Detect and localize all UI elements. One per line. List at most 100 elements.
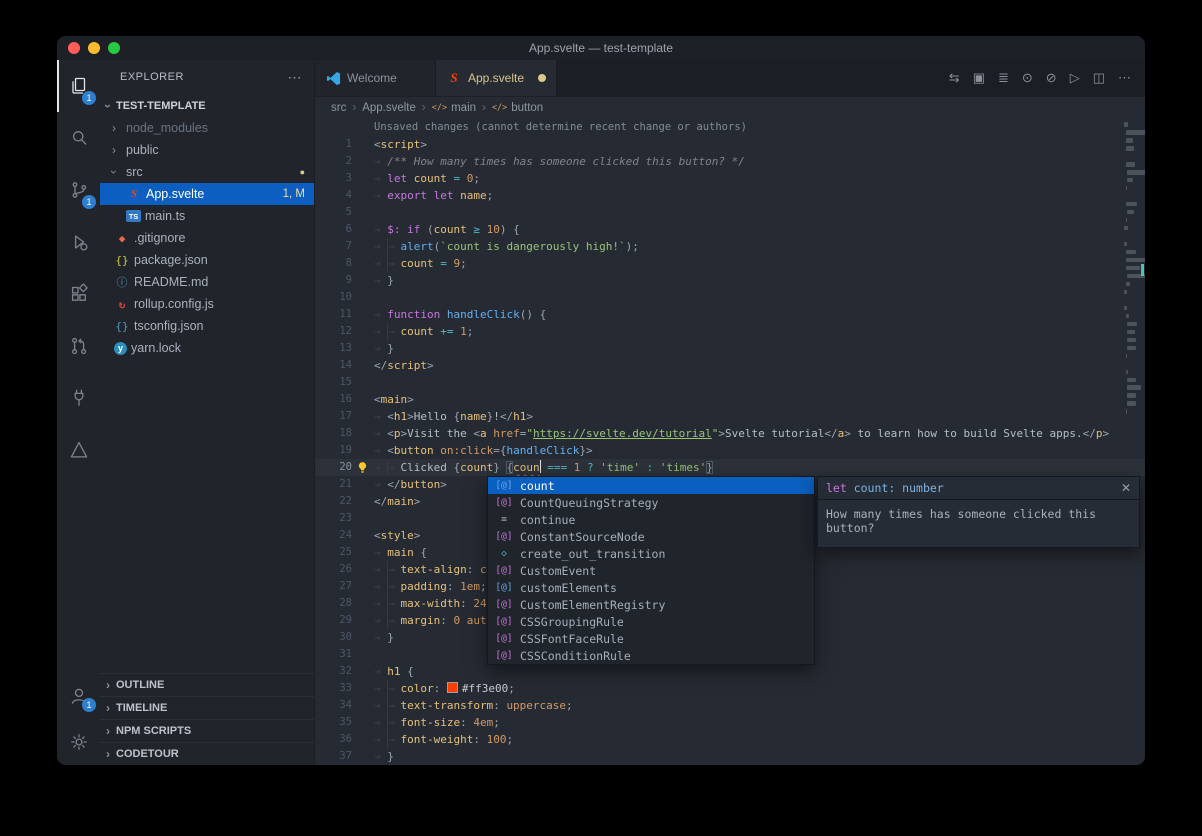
file-label: yarn.lock xyxy=(131,341,181,355)
code-line-content[interactable]: →/** How many times has someone clicked … xyxy=(374,153,745,170)
file-item-node-modules[interactable]: ›node_modules xyxy=(100,117,314,139)
activity-item-run-debug[interactable] xyxy=(57,216,100,268)
code-line-content[interactable]: →→margin: 0 auto; xyxy=(374,612,500,629)
code-line-content[interactable]: →<h1>Hello {name}!</h1> xyxy=(374,408,533,425)
code-line-content[interactable]: →} xyxy=(374,748,394,765)
suggestion-continue[interactable]: ≡continue xyxy=(488,511,814,528)
minimap[interactable] xyxy=(1123,119,1145,765)
annotation-row: Unsaved changes (cannot determine recent… xyxy=(315,119,1145,136)
code-line-content[interactable]: </main> xyxy=(374,493,420,510)
suggestion-label: ConstantSourceNode xyxy=(520,530,645,544)
code-line-content[interactable]: →function handleClick() { xyxy=(374,306,546,323)
code-line-content[interactable]: →→count = 9; xyxy=(374,255,467,272)
compare-changes-icon[interactable]: ⇆ xyxy=(949,70,960,86)
close-window-button[interactable] xyxy=(68,42,80,54)
activity-item-explorer[interactable]: 1 xyxy=(57,60,100,112)
file-outline-icon[interactable]: ≣ xyxy=(998,70,1009,86)
code-line-content[interactable]: →→font-size: 4em; xyxy=(374,714,500,731)
code-line-content[interactable]: <main> xyxy=(374,391,414,408)
close-icon[interactable]: ✕ xyxy=(1121,481,1131,495)
section-timeline[interactable]: ›TIMELINE xyxy=(100,696,314,719)
file-item-main-ts[interactable]: TSmain.ts xyxy=(100,205,314,227)
tab-label: App.svelte xyxy=(468,71,524,85)
suggestion-countqueuingstrategy[interactable]: [@]CountQueuingStrategy xyxy=(488,494,814,511)
breadcrumb-main[interactable]: </>main xyxy=(432,102,476,114)
file-item-package-json[interactable]: {}package.json xyxy=(100,249,314,271)
zoom-window-button[interactable] xyxy=(108,42,120,54)
file-item-app-svelte[interactable]: SApp.svelte1, M xyxy=(100,183,314,205)
code-line-content[interactable]: <style> xyxy=(374,527,420,544)
run-file-icon[interactable]: ▷ xyxy=(1070,70,1080,86)
file-item-src[interactable]: ›src● xyxy=(100,161,314,183)
section-outline[interactable]: ›OUTLINE xyxy=(100,673,314,696)
explorer-more-actions-icon[interactable]: ⋯ xyxy=(288,69,303,86)
file-item-gitignore[interactable]: ◆.gitignore xyxy=(100,227,314,249)
activity-item-settings[interactable] xyxy=(57,719,100,765)
code-line-36: 36→→font-weight: 100; xyxy=(315,731,1145,748)
breadcrumb-app-svelte[interactable]: App.svelte xyxy=(362,102,416,114)
next-change-icon[interactable]: ⊘ xyxy=(1046,70,1057,86)
activity-item-accounts[interactable]: 1 xyxy=(57,673,100,719)
suggestion-constantsourcenode[interactable]: [@]ConstantSourceNode xyxy=(488,528,814,545)
code-line-content[interactable]: →main { xyxy=(374,544,427,561)
code-line-content[interactable]: <script> xyxy=(374,136,427,153)
breadcrumb-src[interactable]: src xyxy=(331,102,346,114)
code-line-content[interactable]: →</button> xyxy=(374,476,447,493)
section-codetour[interactable]: ›CODETOUR xyxy=(100,742,314,765)
more-actions-icon[interactable]: ⋯ xyxy=(1118,70,1131,86)
file-item-readme-md[interactable]: ⓘREADME.md xyxy=(100,271,314,293)
suggestion-cssgroupingrule[interactable]: [@]CSSGroupingRule xyxy=(488,613,814,630)
code-line-content[interactable]: →→font-weight: 100; xyxy=(374,731,513,748)
suggestion-customelementregistry[interactable]: [@]CustomElementRegistry xyxy=(488,596,814,613)
activity-item-github[interactable] xyxy=(57,320,100,372)
section-label: TIMELINE xyxy=(116,702,167,714)
activity-badge: 1 xyxy=(82,195,96,209)
code-line-content[interactable]: →let count = 0; xyxy=(374,170,480,187)
tab-welcome[interactable]: Welcome xyxy=(315,60,436,96)
breadcrumb-button[interactable]: </>button xyxy=(492,102,543,114)
code-line-content[interactable]: →} xyxy=(374,629,394,646)
code-line-content[interactable]: →→color: #ff3e00; xyxy=(374,680,515,697)
previous-change-icon[interactable]: ⊙ xyxy=(1022,70,1033,86)
line-number: 34 xyxy=(315,697,352,714)
code-line-content[interactable]: →} xyxy=(374,340,394,357)
activity-item-search[interactable] xyxy=(57,112,100,164)
code-line-content[interactable]: →h1 { xyxy=(374,663,414,680)
code-line-content[interactable]: </script> xyxy=(374,357,434,374)
minimize-window-button[interactable] xyxy=(88,42,100,54)
split-editor-icon[interactable]: ◫ xyxy=(1093,70,1105,86)
activity-item-source-control[interactable]: 1 xyxy=(57,164,100,216)
code-line-content[interactable]: →→count += 1; xyxy=(374,323,473,340)
activity-item-remote[interactable] xyxy=(57,372,100,424)
tab-app-svelte[interactable]: SApp.svelte xyxy=(436,60,557,96)
file-label: tsconfig.json xyxy=(134,319,203,333)
code-editor[interactable]: Unsaved changes (cannot determine recent… xyxy=(315,119,1145,765)
file-item-rollup-config-js[interactable]: ↻rollup.config.js xyxy=(100,293,314,315)
code-line-14: 14</script> xyxy=(315,357,1145,374)
code-line-content[interactable]: →<button on:click={handleClick}> xyxy=(374,442,593,459)
code-line-content[interactable]: →$: if (count ≥ 10) { xyxy=(374,221,520,238)
code-line-content[interactable]: →→padding: 1em; xyxy=(374,578,487,595)
suggestion-count[interactable]: [@]count xyxy=(488,477,814,494)
open-changes-icon[interactable]: ▣ xyxy=(973,70,985,86)
suggestion-customevent[interactable]: [@]CustomEvent xyxy=(488,562,814,579)
code-line-content[interactable]: →→text-transform: uppercase; xyxy=(374,697,573,714)
activity-item-extensions[interactable] xyxy=(57,268,100,320)
activity-badge: 1 xyxy=(82,91,96,105)
chevron-right-icon: › xyxy=(100,724,116,738)
file-item-public[interactable]: ›public xyxy=(100,139,314,161)
file-item-tsconfig-json[interactable]: {}tsconfig.json xyxy=(100,315,314,337)
file-item-yarn-lock[interactable]: yyarn.lock xyxy=(100,337,314,359)
section-npm-scripts[interactable]: ›NPM SCRIPTS xyxy=(100,719,314,742)
code-line-content[interactable]: →<p>Visit the <a href="https://svelte.de… xyxy=(374,425,1109,442)
activity-item-azure[interactable] xyxy=(57,424,100,476)
suggestion-create-out-transition[interactable]: ◇create_out_transition xyxy=(488,545,814,562)
suggestion-cssconditionrule[interactable]: [@]CSSConditionRule xyxy=(488,647,814,664)
code-line-content[interactable]: →→Clicked {count} {coun === 1 ? 'time' :… xyxy=(374,459,713,476)
code-line-content[interactable]: →→alert(`count is dangerously high!`); xyxy=(374,238,639,255)
suggestion-customelements[interactable]: [@]customElements xyxy=(488,579,814,596)
code-line-content[interactable]: →} xyxy=(374,272,394,289)
code-line-content[interactable]: →export let name; xyxy=(374,187,493,204)
workspace-section-header[interactable]: › TEST-TEMPLATE xyxy=(100,94,314,117)
suggestion-cssfontfacerule[interactable]: [@]CSSFontFaceRule xyxy=(488,630,814,647)
